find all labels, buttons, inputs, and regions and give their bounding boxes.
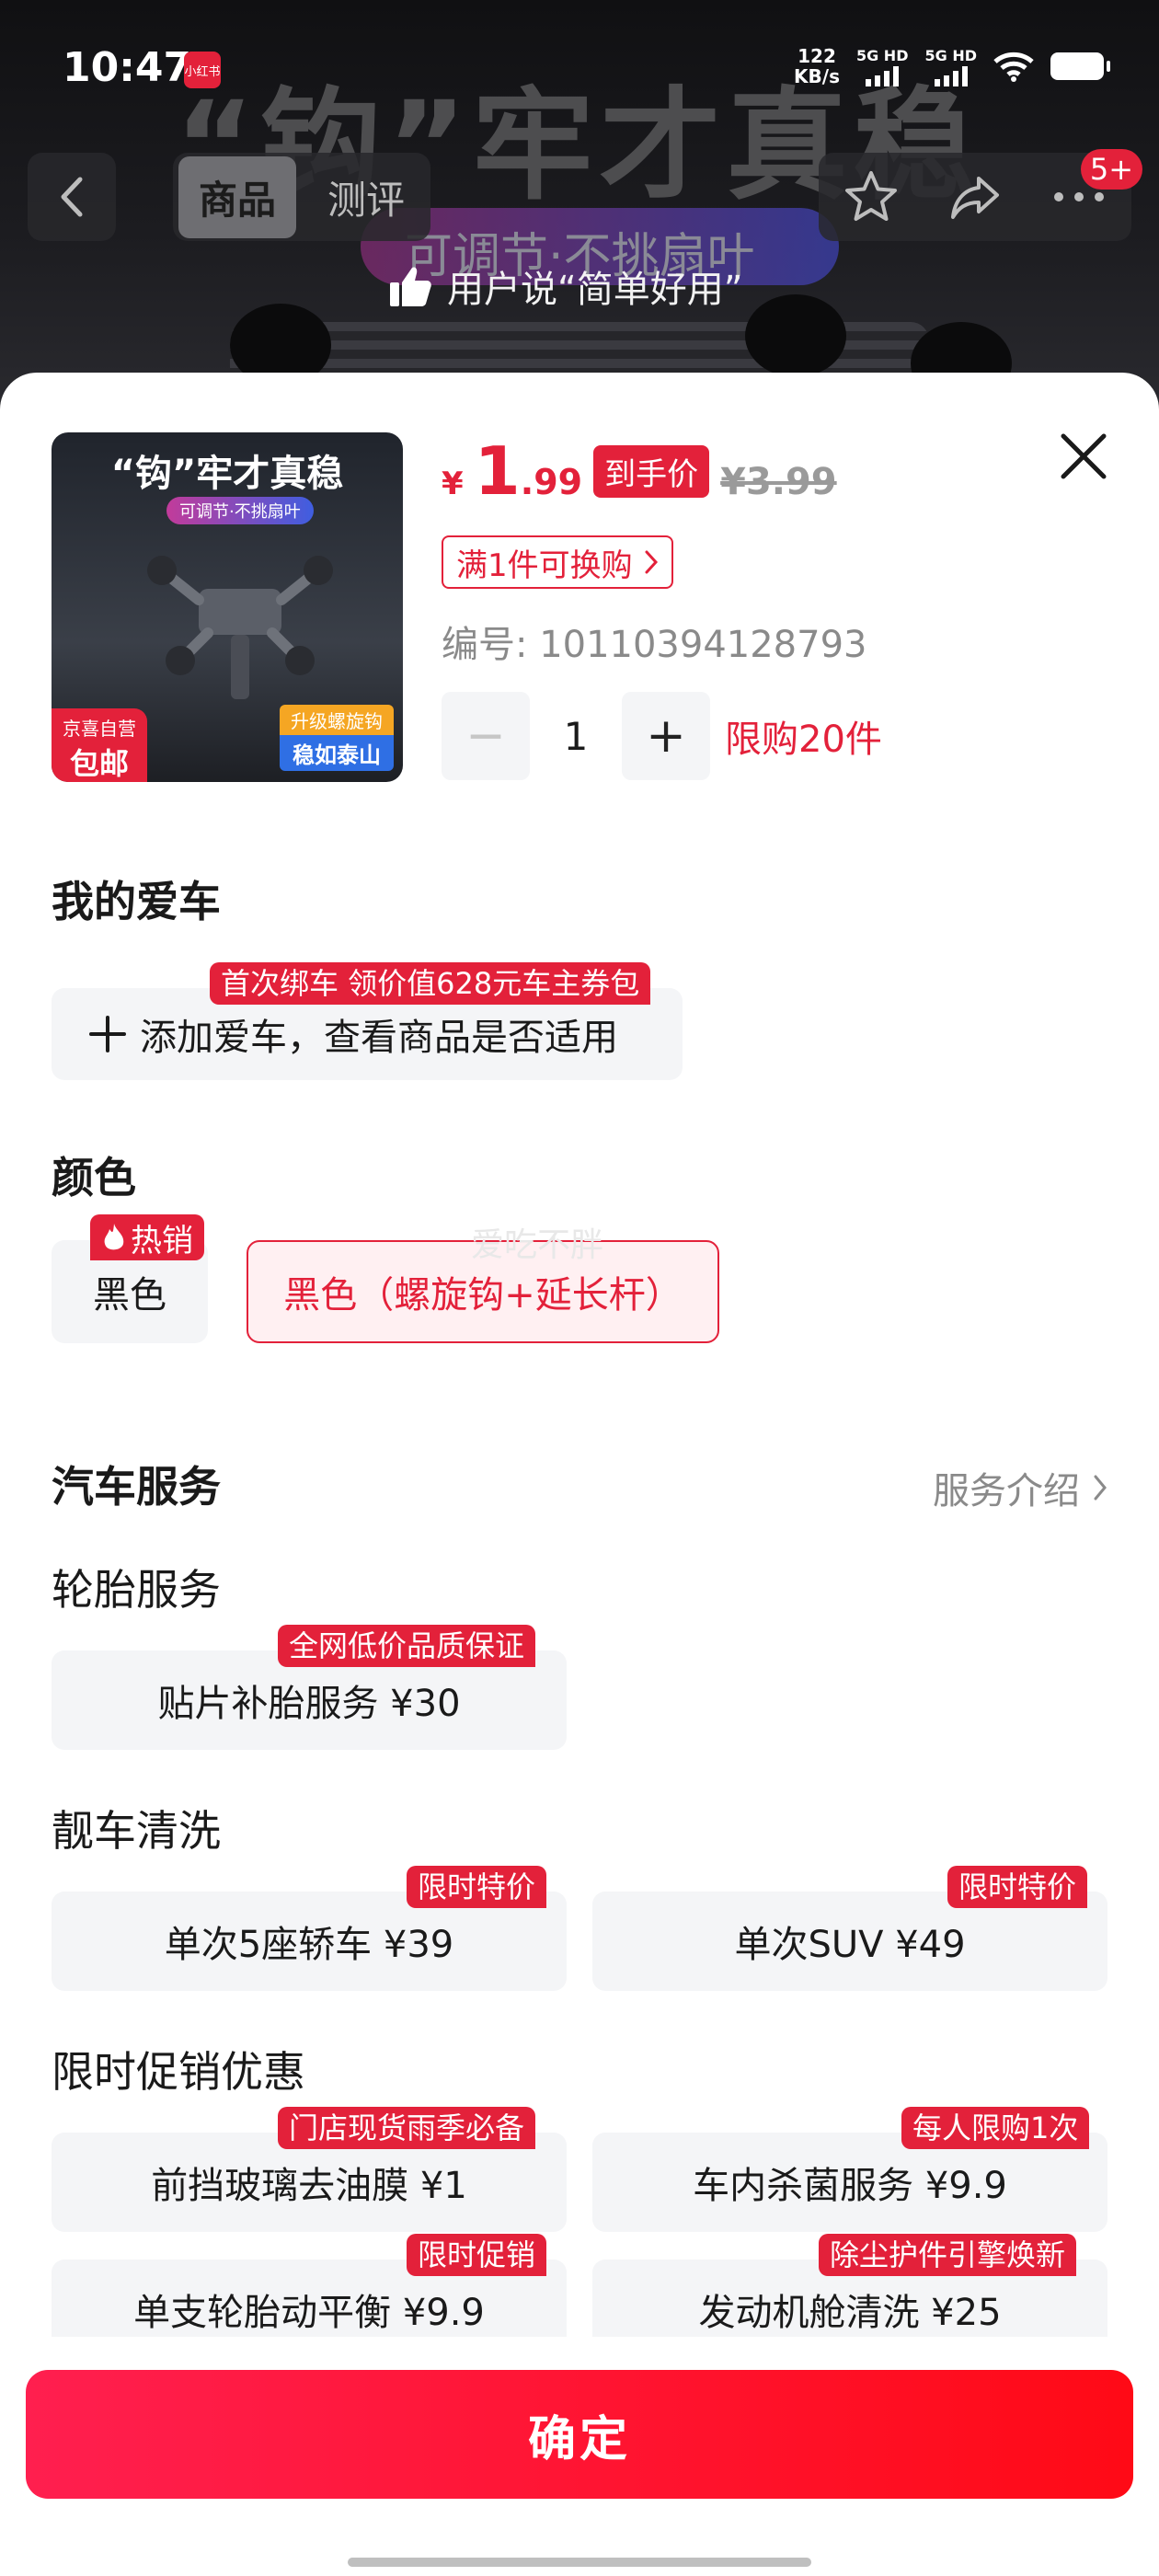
wifi-icon xyxy=(993,52,1034,82)
thumb-title: “钩”牢才真稳 xyxy=(110,453,344,495)
tab-review[interactable]: 测评 xyxy=(307,156,425,238)
home-indicator[interactable] xyxy=(348,2558,811,2567)
signal-icon: 5G HD xyxy=(924,47,977,86)
price-currency: ¥ xyxy=(442,466,464,502)
service-badge: 限时特价 xyxy=(947,1866,1088,1908)
thumbs-up-icon xyxy=(390,267,431,306)
status-time: 10:47 xyxy=(63,44,192,91)
promo-title: 限时促销优惠 xyxy=(52,2047,305,2097)
quantity-value[interactable]: 1 xyxy=(530,714,622,759)
more-icon[interactable] xyxy=(1050,188,1108,206)
hot-sale-badge: 热销 xyxy=(90,1214,204,1260)
service-badge: 限时特价 xyxy=(407,1866,547,1908)
service-badge: 门店现货雨季必备 xyxy=(278,2107,536,2149)
thumb-subtitle: 可调节·不挑扇叶 xyxy=(166,497,314,524)
close-icon[interactable] xyxy=(1056,429,1111,484)
add-on-purchase-chip[interactable]: 满1件可换购 xyxy=(442,535,673,589)
phone-mount-image xyxy=(147,556,333,699)
my-car-title: 我的爱车 xyxy=(52,877,221,926)
watermark: 爱吃不胖 xyxy=(471,1226,604,1264)
quantity-stepper: − 1 + 限购20件 xyxy=(442,692,882,780)
product-sku: 编号: 10110394128793 xyxy=(442,624,867,666)
network-speed: 122 KB/s xyxy=(794,45,840,87)
price-row: ¥ 1 .99 到手价 ¥3.99 xyxy=(442,438,837,504)
flame-icon xyxy=(104,1224,124,1250)
review-tip: 用户说“简单好用” xyxy=(386,259,742,313)
jd-self-operated-tag: 京喜自营 包邮 xyxy=(52,708,147,782)
product-tabs: 商品 测评 xyxy=(173,153,430,241)
bind-car-coupon-badge: 首次绑车 领价值628元车主券包 xyxy=(210,962,651,1005)
signal-icon: 5G HD xyxy=(856,47,908,86)
chevron-right-icon xyxy=(1094,1475,1107,1501)
status-icons: 122 KB/s 5G HD 5G HD xyxy=(794,45,1110,87)
purchase-limit: 限购20件 xyxy=(725,719,882,761)
confirm-button[interactable]: 确定 xyxy=(26,2370,1133,2499)
cart-count-badge: 5+ xyxy=(1080,149,1142,190)
service-badge: 限时促销 xyxy=(407,2234,547,2276)
original-price: ¥3.99 xyxy=(720,461,837,503)
tab-product[interactable]: 商品 xyxy=(178,155,296,238)
increase-button[interactable]: + xyxy=(622,692,710,780)
battery-icon xyxy=(1050,52,1110,80)
service-badge: 除尘护件引擎焕新 xyxy=(819,2234,1077,2276)
share-icon[interactable] xyxy=(946,167,1004,226)
back-button[interactable] xyxy=(28,153,116,241)
chevron-right-icon xyxy=(645,550,658,574)
service-badge: 每人限购1次 xyxy=(901,2107,1090,2149)
product-thumbnail[interactable]: “钩”牢才真稳 可调节·不挑扇叶 京喜自营 包邮 升级螺旋钩 稳如泰山 xyxy=(52,432,403,782)
car-wash-title: 靓车清洗 xyxy=(52,1806,221,1856)
upgrade-tag: 升级螺旋钩 稳如泰山 xyxy=(280,705,394,771)
car-service-title: 汽车服务 xyxy=(52,1462,221,1512)
final-price-tag: 到手价 xyxy=(593,444,710,498)
service-intro-link[interactable]: 服务介绍 xyxy=(933,1461,1107,1514)
color-title: 颜色 xyxy=(52,1153,136,1202)
service-badge: 全网低价品质保证 xyxy=(278,1625,536,1667)
star-icon[interactable] xyxy=(842,167,901,226)
chevron-left-icon xyxy=(61,177,83,217)
price-decimal: .99 xyxy=(520,462,583,502)
price-integer: 1 xyxy=(474,432,521,510)
review-tip-text: 用户说“简单好用” xyxy=(447,269,743,311)
plus-icon xyxy=(89,1016,126,1052)
app-notification-icon: 小红书 xyxy=(184,52,221,88)
tire-service-title: 轮胎服务 xyxy=(52,1565,221,1615)
decrease-button[interactable]: − xyxy=(442,692,530,780)
hero-mount-part xyxy=(745,294,846,377)
